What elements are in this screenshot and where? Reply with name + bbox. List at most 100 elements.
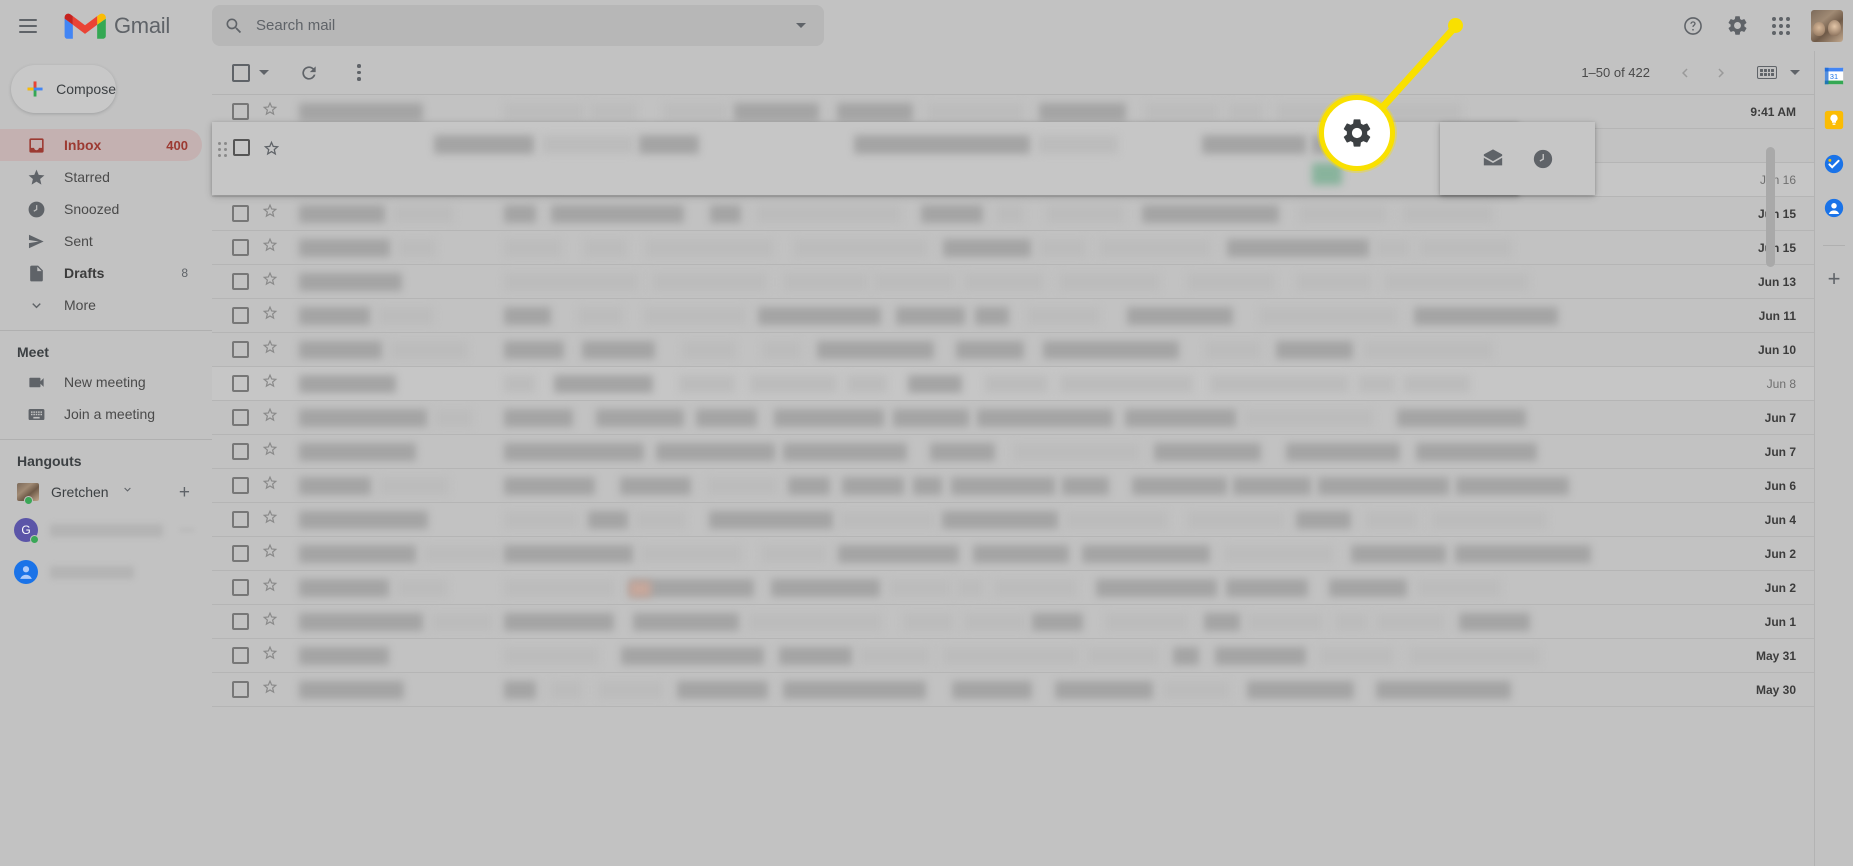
star-outline-icon[interactable]: [261, 372, 279, 395]
list-item[interactable]: G: [0, 509, 212, 551]
star-outline-icon[interactable]: [261, 678, 279, 701]
row-checkbox[interactable]: [232, 307, 249, 324]
gmail-app-window: Gmail Search mail Compose Inbox 400 Star…: [0, 0, 1853, 866]
show-search-options-icon[interactable]: [778, 5, 824, 46]
account-avatar[interactable]: [1811, 9, 1843, 42]
add-conversation-plus-icon[interactable]: +: [179, 483, 190, 502]
google-calendar-icon[interactable]: 31: [1823, 65, 1845, 87]
google-keep-icon[interactable]: [1823, 109, 1845, 131]
keyboard-input-tools-icon[interactable]: [1750, 56, 1784, 90]
row-checkbox[interactable]: [232, 409, 249, 426]
table-row[interactable]: Jun 13: [212, 265, 1814, 299]
sidebar-item-more[interactable]: More: [0, 289, 202, 321]
settings-callout-highlight[interactable]: [1319, 95, 1395, 171]
table-row[interactable]: Jun 6: [212, 469, 1814, 503]
star-outline-icon[interactable]: [261, 100, 279, 123]
star-outline-icon[interactable]: [261, 304, 279, 327]
row-checkbox[interactable]: [233, 139, 250, 156]
chevron-right-icon[interactable]: [1704, 56, 1738, 90]
google-apps-grid-icon[interactable]: [1761, 6, 1801, 46]
chevron-down-icon[interactable]: [252, 54, 276, 92]
get-add-ons-plus-icon[interactable]: +: [1823, 268, 1845, 290]
table-row[interactable]: May 31: [212, 639, 1814, 673]
row-checkbox[interactable]: [232, 273, 249, 290]
sidebar-item-new-meeting[interactable]: New meeting: [0, 366, 202, 398]
star-outline-icon[interactable]: [261, 236, 279, 259]
star-outline-icon[interactable]: [261, 474, 279, 497]
table-row[interactable]: Jun 15: [212, 231, 1814, 265]
table-row[interactable]: Jun 11: [212, 299, 1814, 333]
table-row[interactable]: Jun 2: [212, 571, 1814, 605]
table-row[interactable]: Jun 10: [212, 333, 1814, 367]
search-input[interactable]: [256, 6, 778, 45]
chevron-down-icon[interactable]: [1786, 56, 1804, 90]
list-item[interactable]: [0, 551, 212, 593]
table-row[interactable]: Jun 1: [212, 605, 1814, 639]
row-checkbox[interactable]: [232, 239, 249, 256]
star-outline-icon[interactable]: [261, 338, 279, 361]
google-contacts-icon[interactable]: [1823, 197, 1845, 219]
drag-handle-icon[interactable]: [218, 142, 227, 157]
row-checkbox[interactable]: [232, 375, 249, 392]
row-checkbox[interactable]: [232, 205, 249, 222]
table-row[interactable]: Jun 4: [212, 503, 1814, 537]
more-options-vertical-dots-icon[interactable]: [340, 54, 378, 92]
pagination-range: 1–50 of 422: [1581, 65, 1650, 80]
settings-gear-icon[interactable]: [1717, 6, 1757, 46]
gmail-logo[interactable]: Gmail: [64, 10, 170, 42]
table-row[interactable]: Jun 15: [212, 197, 1814, 231]
row-date: Jun 8: [1766, 376, 1796, 391]
sidebar-item-sent[interactable]: Sent: [0, 225, 202, 257]
select-all-checkbox[interactable]: [232, 63, 250, 82]
row-checkbox[interactable]: [232, 443, 249, 460]
star-outline-icon[interactable]: [261, 508, 279, 531]
table-row[interactable]: Jun 2: [212, 537, 1814, 571]
row-checkbox[interactable]: [232, 341, 249, 358]
row-checkbox[interactable]: [232, 579, 249, 596]
help-question-icon[interactable]: [1673, 6, 1713, 46]
star-outline-icon[interactable]: [261, 202, 279, 225]
star-outline-icon[interactable]: [262, 139, 281, 163]
google-tasks-icon[interactable]: [1823, 153, 1845, 175]
chevron-down-icon[interactable]: [121, 483, 134, 501]
row-checkbox[interactable]: [232, 511, 249, 528]
star-outline-icon[interactable]: [261, 440, 279, 463]
sidebar-item-snoozed[interactable]: Snoozed: [0, 193, 202, 225]
chevron-left-icon[interactable]: [1668, 56, 1702, 90]
mail-list-scrollbar[interactable]: [1766, 147, 1775, 267]
row-date: Jun 7: [1764, 410, 1796, 425]
mark-as-read-envelope-icon[interactable]: [1480, 146, 1506, 172]
row-checkbox[interactable]: [232, 103, 249, 120]
hamburger-menu-icon[interactable]: [4, 2, 52, 50]
search-icon[interactable]: [212, 5, 256, 46]
star-outline-icon[interactable]: [261, 542, 279, 565]
sidebar-item-drafts[interactable]: Drafts 8: [0, 257, 202, 289]
star-outline-icon[interactable]: [261, 406, 279, 429]
sidebar-item-inbox[interactable]: Inbox 400: [0, 129, 202, 161]
table-row[interactable]: Jun 8: [212, 367, 1814, 401]
row-content-blurred: [289, 435, 1718, 468]
refresh-icon[interactable]: [290, 54, 328, 92]
contact-avatar-letter: G: [21, 523, 31, 537]
compose-button[interactable]: Compose: [11, 65, 116, 113]
hangouts-user-row[interactable]: Gretchen +: [0, 475, 212, 509]
sidebar-item-starred[interactable]: Starred: [0, 161, 202, 193]
star-outline-icon[interactable]: [261, 270, 279, 293]
row-checkbox[interactable]: [232, 647, 249, 664]
draft-icon: [26, 263, 46, 283]
table-row[interactable]: May 30: [212, 673, 1814, 707]
row-date: Jun 2: [1764, 580, 1796, 595]
row-checkbox[interactable]: [232, 613, 249, 630]
row-checkbox[interactable]: [232, 681, 249, 698]
row-hover-actions: [1440, 122, 1595, 195]
table-row[interactable]: Jun 7: [212, 401, 1814, 435]
row-checkbox[interactable]: [232, 545, 249, 562]
star-outline-icon[interactable]: [261, 576, 279, 599]
row-content-blurred: [289, 605, 1718, 638]
star-outline-icon[interactable]: [261, 610, 279, 633]
table-row[interactable]: Jun 7: [212, 435, 1814, 469]
snooze-clock-icon[interactable]: [1530, 146, 1556, 172]
row-checkbox[interactable]: [232, 477, 249, 494]
star-outline-icon[interactable]: [261, 644, 279, 667]
sidebar-item-join-meeting[interactable]: Join a meeting: [0, 398, 202, 430]
